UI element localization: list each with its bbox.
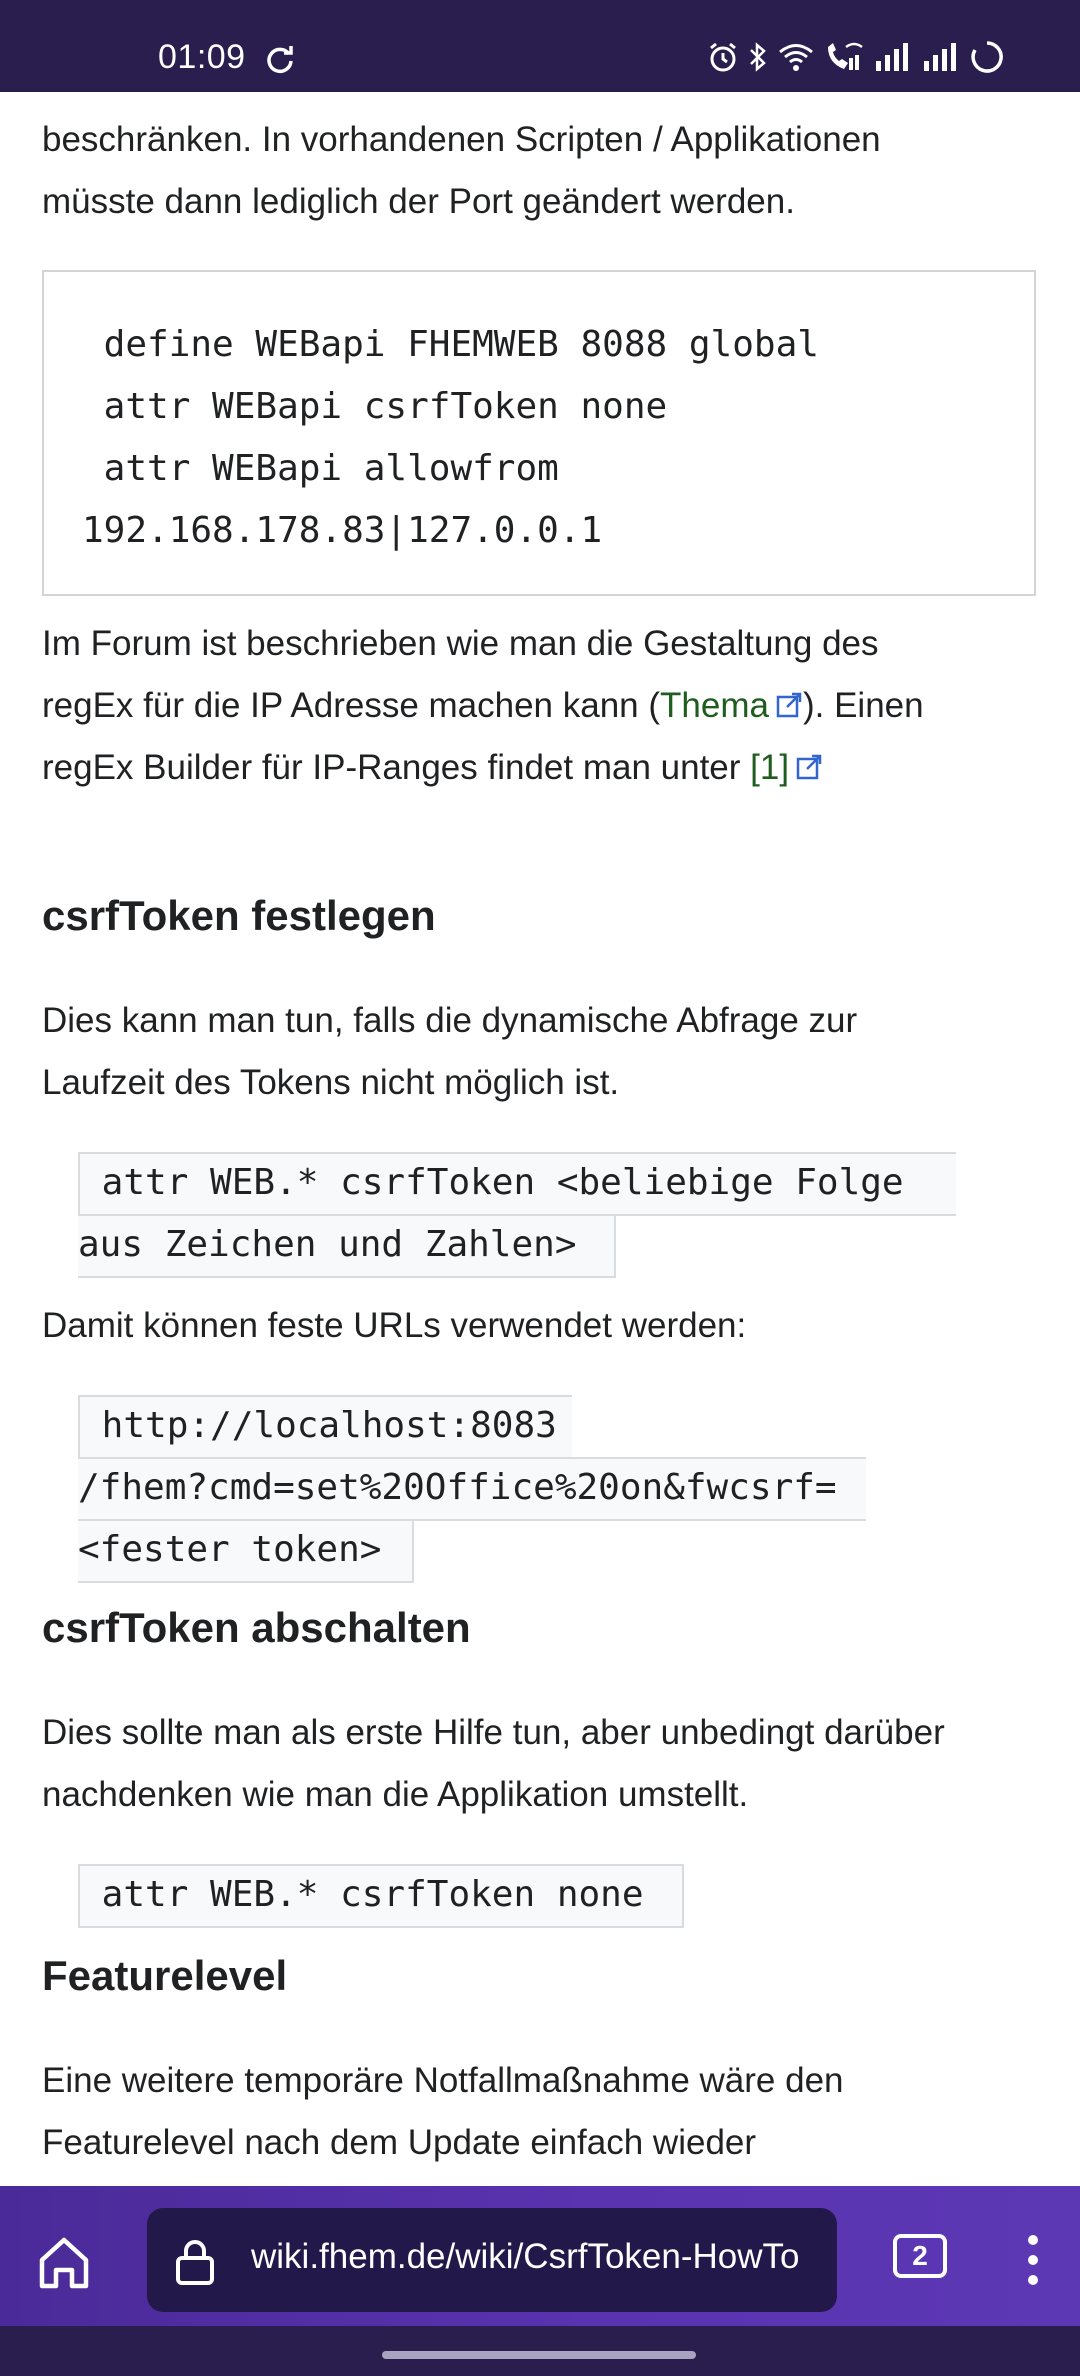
forum-line-2-text: regEx für die IP Adresse machen kann ( xyxy=(42,686,661,725)
intro-line-1: beschränken. In vorhandenen Scripten / A… xyxy=(42,120,881,159)
ip-builder-link-label[interactable]: [1] xyxy=(750,748,789,787)
heading-csrftoken-abschalten: csrfToken abschalten xyxy=(42,1604,471,1651)
intro-line-2: müsste dann lediglich der Port geändert … xyxy=(42,182,795,221)
alarm-icon xyxy=(708,41,738,73)
url-text[interactable]: wiki.fhem.de/wiki/CsrfToken-HowTo xyxy=(251,2237,831,2277)
more-vert-icon xyxy=(1028,2235,1038,2285)
signal-icon xyxy=(874,43,912,71)
forum-line-2: regEx für die IP Adresse machen kann (Th… xyxy=(42,675,1032,737)
forum-line-1: Im Forum ist beschrieben wie man die Ges… xyxy=(42,624,879,663)
inline-code-line: <fester token> xyxy=(78,1519,414,1583)
status-bar: 01:09 xyxy=(0,0,1080,92)
forum-line-2-end: ). Einen xyxy=(802,686,924,725)
gesture-handle[interactable] xyxy=(382,2351,696,2359)
status-icons xyxy=(708,40,1004,74)
forum-line-3: regEx Builder für IP-Ranges findet man u… xyxy=(42,737,1032,799)
thema-link[interactable]: Thema xyxy=(660,686,803,725)
urls-intro: Damit können feste URLs verwendet werden… xyxy=(42,1306,747,1345)
thema-link-label[interactable]: Thema xyxy=(660,686,769,725)
wifi-call-icon xyxy=(824,41,864,73)
signal-icon xyxy=(922,43,960,71)
more-menu-button[interactable] xyxy=(1018,2230,1048,2290)
csrf-set-para-line-1: Dies kann man tun, falls die dynamische … xyxy=(42,1001,858,1040)
sync-icon xyxy=(265,44,295,79)
url-bar[interactable]: wiki.fhem.de/wiki/CsrfToken-HowTo xyxy=(147,2208,837,2312)
inline-code-line: attr WEB.* csrfToken <beliebige Folge xyxy=(78,1152,956,1216)
article-content: beschränken. In vorhandenen Scripten / A… xyxy=(42,92,1042,2184)
ip-builder-link[interactable]: [1] xyxy=(750,748,823,787)
csrf-off-para-line-1: Dies sollte man als erste Hilfe tun, abe… xyxy=(42,1713,945,1752)
lock-icon[interactable] xyxy=(175,2238,215,2291)
battery-loading-icon xyxy=(970,40,1004,74)
feature-para-line-2: Featurelevel nach dem Update einfach wie… xyxy=(42,2123,757,2162)
external-link-icon xyxy=(796,754,822,780)
heading-featurelevel: Featurelevel xyxy=(42,1952,288,1999)
external-link-icon xyxy=(776,692,802,718)
status-time: 01:09 xyxy=(158,38,246,76)
csrf-off-para-line-2: nachdenken wie man die Applikation umste… xyxy=(42,1775,749,1814)
code-block-text: define WEBapi FHEMWEB 8088 global attr W… xyxy=(82,324,819,551)
home-button[interactable] xyxy=(32,2230,96,2294)
home-icon xyxy=(39,2237,89,2289)
inline-code-line: /fhem?cmd=set%20Office%20on&fwcsrf= xyxy=(78,1457,866,1521)
heading-csrftoken-festlegen: csrfToken festlegen xyxy=(42,892,436,939)
tabs-button[interactable]: 2 xyxy=(893,2234,947,2278)
code-block-fhemweb: define WEBapi FHEMWEB 8088 global attr W… xyxy=(42,270,1036,596)
wifi-icon xyxy=(778,42,814,72)
forum-line-3-text: regEx Builder für IP-Ranges findet man u… xyxy=(42,748,751,787)
csrf-set-para-line-2: Laufzeit des Tokens nicht möglich ist. xyxy=(42,1063,620,1102)
inline-code-line: attr WEB.* csrfToken none xyxy=(78,1864,684,1928)
feature-para-line-1: Eine weitere temporäre Notfallmaßnahme w… xyxy=(42,2061,844,2100)
inline-code-line: http://localhost:8083 xyxy=(78,1395,572,1459)
bluetooth-icon xyxy=(748,41,768,73)
inline-code-line: aus Zeichen und Zahlen> xyxy=(78,1214,616,1278)
